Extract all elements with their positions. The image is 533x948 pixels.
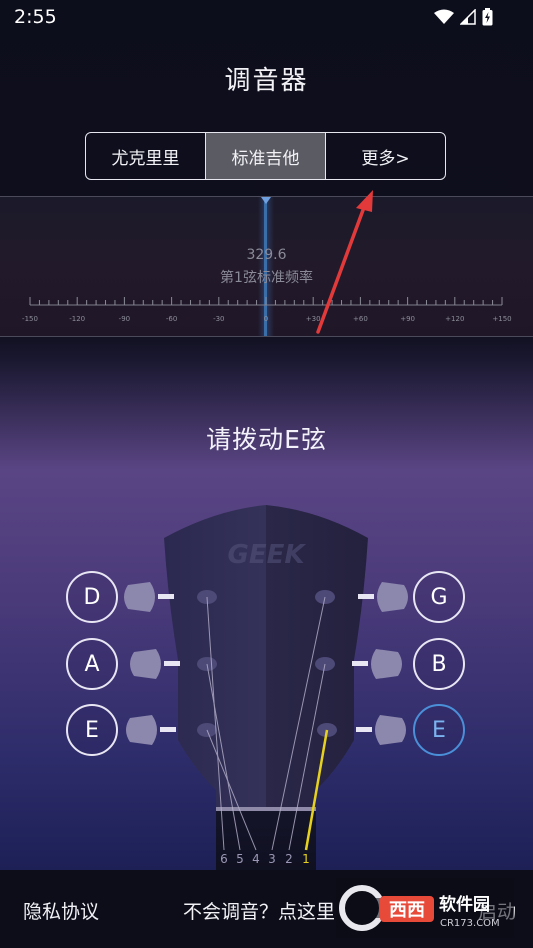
privacy-link[interactable]: 隐私协议: [23, 897, 99, 924]
string-button-g[interactable]: G: [413, 571, 465, 623]
help-link[interactable]: 不会调音？点这里: [183, 897, 335, 924]
string-number: 3: [268, 852, 276, 866]
string-number-active: 1: [302, 852, 310, 866]
string-number: 5: [236, 852, 244, 866]
string-button-a[interactable]: A: [66, 638, 118, 690]
string-number: 6: [220, 852, 228, 866]
svg-text:GEEK: GEEK: [227, 540, 306, 570]
tuner-app: 2:55 调音器 尤克里里 标准吉他 更多> 329.6 第1弦标准频率 -15…: [0, 0, 533, 948]
string-number: 4: [252, 852, 260, 866]
svg-text:CR173.COM: CR173.COM: [440, 918, 500, 929]
svg-text:西西: 西西: [389, 900, 425, 921]
string-button-high-e[interactable]: E: [413, 704, 465, 756]
string-button-d[interactable]: D: [66, 571, 118, 623]
string-button-b[interactable]: B: [413, 638, 465, 690]
svg-text:软件园: 软件园: [439, 894, 490, 915]
geek-logo: GEEK: [227, 540, 306, 570]
bottom-bar: 隐私协议 不会调音？点这里 启动 西西 软件园 CR173.COM: [0, 870, 533, 948]
string-button-low-e[interactable]: E: [66, 704, 118, 756]
watermark-logo: 西西 软件园 CR173.COM: [336, 878, 514, 938]
pluck-instruction: 请拨动E弦: [206, 425, 327, 454]
string-number: 2: [285, 852, 293, 866]
